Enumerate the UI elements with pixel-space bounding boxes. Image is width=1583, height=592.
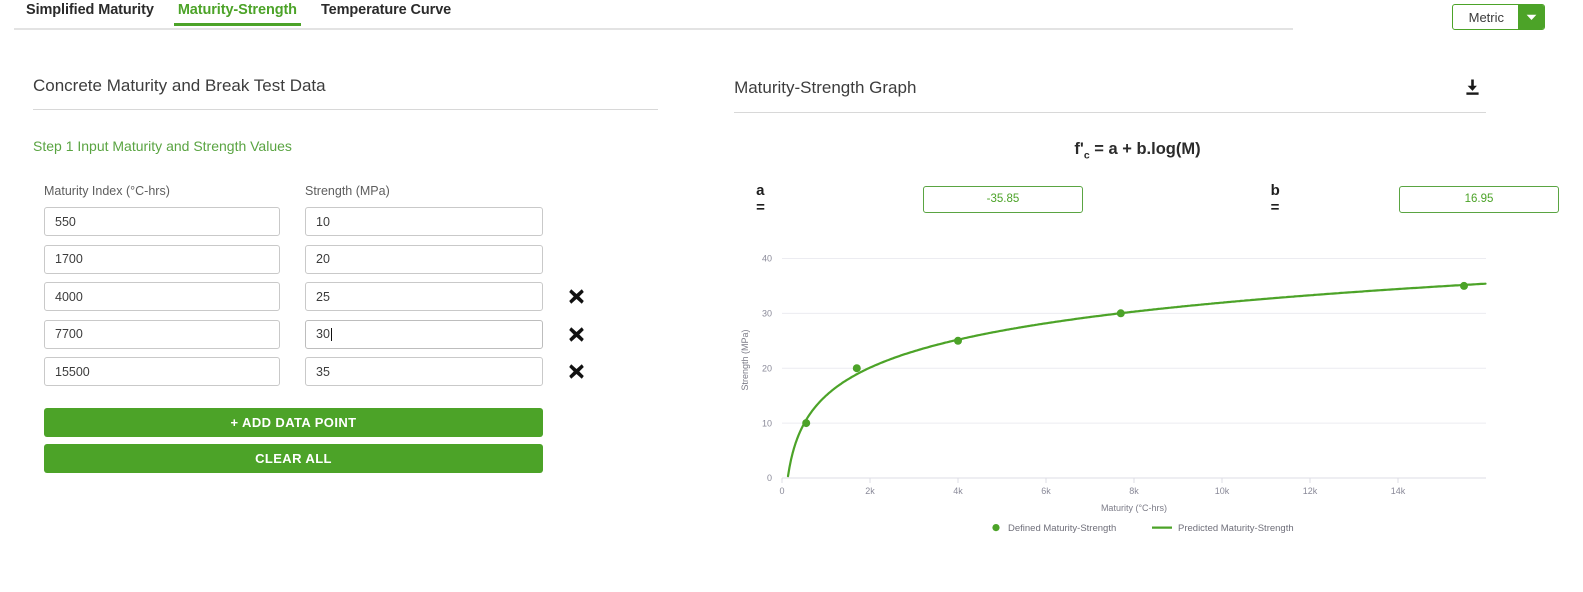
close-x-icon <box>568 289 584 304</box>
data-row <box>33 244 710 274</box>
svg-text:20: 20 <box>762 364 772 374</box>
coefficient-row: a = b = <box>734 182 1559 216</box>
tab-simplified-maturity[interactable]: Simplified Maturity <box>14 0 166 26</box>
column-header-maturity: Maturity Index (°C-hrs) <box>44 184 170 198</box>
strength-input[interactable] <box>305 207 543 236</box>
chart-svg: 0 10 20 30 40 0 2k 4k 6k 8k 10k 12k 14k Maturity (°C-… <box>740 254 1487 534</box>
data-row <box>33 357 710 386</box>
svg-text:Defined Maturity-Strength: Defined Maturity-Strength <box>1008 523 1116 534</box>
download-icon[interactable] <box>1459 76 1486 99</box>
step-label: Step 1 Input Maturity and Strength Value… <box>33 138 292 154</box>
delete-row-button[interactable] <box>561 326 591 343</box>
tab-maturity-strength[interactable]: Maturity-Strength <box>166 0 309 26</box>
coefficient-b-label: b = <box>1270 182 1280 217</box>
svg-text:12k: 12k <box>1303 486 1318 496</box>
strength-input[interactable] <box>305 357 543 386</box>
strength-input[interactable] <box>305 244 543 274</box>
tab-bar: Simplified Maturity Maturity-Strength Te… <box>0 0 1583 30</box>
coefficient-a-input[interactable] <box>922 185 1083 213</box>
data-row: 30 <box>33 319 710 349</box>
coefficient-b-input[interactable] <box>1399 185 1559 213</box>
column-header-strength: Strength (MPa) <box>305 184 390 198</box>
graph-panel-header: Maturity-Strength Graph <box>734 76 1487 113</box>
svg-text:10k: 10k <box>1215 486 1230 496</box>
tab-bar-divider <box>14 28 1293 30</box>
close-x-icon <box>568 326 584 342</box>
add-data-point-button[interactable]: + ADD DATA POINT <box>44 408 543 437</box>
data-entry-panel: Concrete Maturity and Break Test Data St… <box>24 76 710 538</box>
tab-temperature-curve[interactable]: Temperature Curve <box>309 0 463 26</box>
grid-column-headers: Maturity Index (°C-hrs) Strength (MPa) <box>33 184 710 198</box>
svg-text:8k: 8k <box>1129 486 1139 496</box>
chevron-down-icon[interactable] <box>1518 5 1544 29</box>
svg-text:6k: 6k <box>1041 486 1051 496</box>
svg-text:10: 10 <box>762 419 772 429</box>
svg-text:4k: 4k <box>953 486 963 496</box>
svg-text:40: 40 <box>762 254 772 264</box>
svg-text:Strength (MPa): Strength (MPa) <box>740 330 750 391</box>
maturity-input[interactable] <box>44 357 280 386</box>
graph-title: Maturity-Strength Graph <box>734 77 917 97</box>
delete-row-button[interactable] <box>561 363 591 380</box>
formula-display: f'c = a + b.log(M) <box>716 140 1559 161</box>
svg-text:14k: 14k <box>1391 486 1406 496</box>
svg-text:30: 30 <box>762 309 772 319</box>
page-title: Concrete Maturity and Break Test Data <box>33 76 326 95</box>
svg-text:0: 0 <box>780 486 785 496</box>
svg-text:2k: 2k <box>865 486 875 496</box>
delete-row-button[interactable] <box>561 288 591 305</box>
maturity-strength-chart: 0 10 20 30 40 0 2k 4k 6k 8k 10k 12k 14k Maturity (°C-… <box>734 228 1494 538</box>
text-cursor <box>330 327 332 341</box>
svg-text:0: 0 <box>767 473 772 483</box>
svg-text:Predicted Maturity-Strength: Predicted Maturity-Strength <box>1178 523 1294 534</box>
coefficient-a-label: a = <box>756 182 765 217</box>
page-body: Concrete Maturity and Break Test Data St… <box>0 76 1583 538</box>
strength-input[interactable] <box>305 282 543 311</box>
maturity-input[interactable] <box>44 244 280 274</box>
close-x-icon <box>568 364 584 379</box>
data-entry-panel-header: Concrete Maturity and Break Test Data <box>33 76 658 110</box>
clear-all-button[interactable]: CLEAR ALL <box>44 444 543 473</box>
data-point-grid: Maturity Index (°C-hrs) Strength (MPa) 5… <box>33 184 710 473</box>
formula-rhs: = a + b.log(M) <box>1089 140 1201 158</box>
data-row <box>33 207 710 236</box>
unit-system-value: Metric <box>1468 9 1504 25</box>
unit-system-dropdown[interactable]: Metric <box>1451 4 1545 30</box>
maturity-input[interactable] <box>44 207 280 236</box>
formula-lhs: f' <box>1074 140 1084 158</box>
data-row <box>33 282 710 311</box>
maturity-input[interactable] <box>44 319 280 349</box>
svg-text:Maturity (°C-hrs): Maturity (°C-hrs) <box>1101 503 1167 513</box>
strength-input[interactable]: 30 <box>305 319 543 349</box>
maturity-input[interactable] <box>44 282 280 311</box>
graph-panel: Maturity-Strength Graph f'c = a + b.log(… <box>710 76 1559 538</box>
strength-input-value: 30 <box>316 327 330 341</box>
